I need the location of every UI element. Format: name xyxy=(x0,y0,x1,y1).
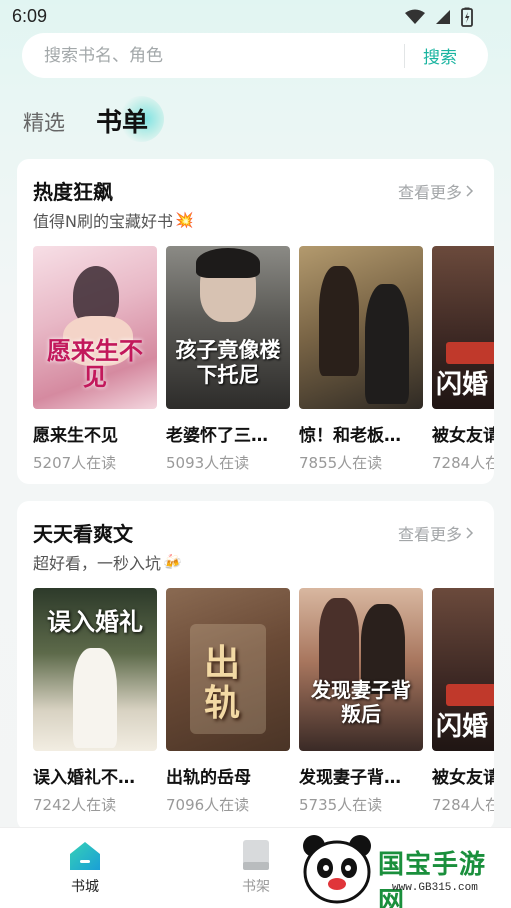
section-subtitle-text: 超好看，一秒入坑 xyxy=(33,554,162,573)
book-title: 发现妻子背… xyxy=(299,768,401,788)
section-subtitle-text: 值得N刷的宝藏好书 xyxy=(33,212,173,231)
status-icons xyxy=(405,7,473,27)
watermark-text: 国宝手游网 xyxy=(378,850,487,908)
watermark-logo: 国宝手游网 www.GB315.com xyxy=(300,832,511,908)
chevron-right-icon xyxy=(466,185,474,197)
book-item[interactable]: 闪婚 被女友请 7284人在 xyxy=(432,588,494,815)
book-readers: 7284人在 xyxy=(432,796,494,814)
view-more-label: 查看更多 xyxy=(397,525,462,544)
book-cover xyxy=(299,246,423,409)
status-time: 6:09 xyxy=(12,6,48,26)
section-subtitle: 值得N刷的宝藏好书 💥 xyxy=(33,208,194,232)
book-readers: 7242人在读 xyxy=(33,796,117,814)
book-readers: 7284人在 xyxy=(432,454,494,472)
book-title: 误入婚礼不… xyxy=(33,768,135,788)
nav-label: 书城 xyxy=(71,879,99,895)
book-item[interactable]: 愿来生不见 愿来生不见 5207人在读 xyxy=(33,246,157,473)
book-item[interactable]: 孩子竟像楼下托尼 老婆怀了三… 5093人在读 xyxy=(166,246,290,473)
wifi-icon xyxy=(405,9,425,24)
book-item[interactable]: 闪婚 被女友请 7284人在 xyxy=(432,246,494,473)
boom-emoji-icon: 💥 xyxy=(174,211,194,229)
cheers-emoji-icon: 🍻 xyxy=(163,553,182,571)
watermark-url: www.GB315.com xyxy=(392,882,478,894)
book-cover: 出轨 xyxy=(166,588,290,751)
book-cover-title: 愿来生不见 xyxy=(47,337,143,391)
book-readers: 5735人在读 xyxy=(299,796,383,814)
book-title: 愿来生不见 xyxy=(33,426,118,446)
signal-icon xyxy=(436,10,450,24)
book-title: 被女友请 xyxy=(432,768,494,788)
book-readers: 7855人在读 xyxy=(299,454,383,472)
chevron-right-icon xyxy=(466,527,474,539)
book-cover-title: 孩子竟像楼下托尼 xyxy=(175,338,281,387)
book-cover-title: 误入婚礼 xyxy=(47,608,143,636)
section-card: 热度狂飙 查看更多 值得N刷的宝藏好书 💥 愿来生不见 愿来生不见 5207人在… xyxy=(17,159,494,484)
book-readers: 5207人在读 xyxy=(33,454,117,472)
search-button[interactable]: 搜索 xyxy=(423,43,457,68)
book-cover: 误入婚礼 xyxy=(33,588,157,751)
nav-item-bookstore[interactable]: 书城 xyxy=(45,828,125,908)
search-input[interactable] xyxy=(44,35,404,76)
bookshelf-icon xyxy=(243,840,269,870)
tab-featured[interactable]: 精选 xyxy=(23,107,65,137)
view-more-link[interactable]: 查看更多 xyxy=(398,521,474,545)
nav-label: 书架 xyxy=(242,879,270,895)
status-bar: 6:09 xyxy=(0,0,511,34)
book-readers: 7096人在读 xyxy=(166,796,250,814)
book-cover: 发现妻子背叛后 xyxy=(299,588,423,751)
battery-icon xyxy=(461,7,473,27)
section-subtitle: 超好看，一秒入坑 🍻 xyxy=(33,550,182,574)
section-title: 热度狂飙 xyxy=(33,180,113,204)
home-icon xyxy=(70,842,100,870)
section-card: 天天看爽文 查看更多 超好看，一秒入坑 🍻 误入婚礼 误入婚礼不… 7242人在… xyxy=(17,501,494,831)
panda-logo-icon xyxy=(303,835,371,904)
book-cover-title: 闪婚 xyxy=(436,370,489,400)
book-item[interactable]: 惊！和老板… 7855人在读 xyxy=(299,246,423,473)
book-item[interactable]: 出轨 出轨的岳母 7096人在读 xyxy=(166,588,290,815)
book-readers: 5093人在读 xyxy=(166,454,250,472)
section-title: 天天看爽文 xyxy=(33,522,133,546)
book-cover: 闪婚 xyxy=(432,588,494,751)
book-item[interactable]: 误入婚礼 误入婚礼不… 7242人在读 xyxy=(33,588,157,815)
book-title: 惊！和老板… xyxy=(299,426,401,446)
book-item[interactable]: 发现妻子背叛后 发现妻子背… 5735人在读 xyxy=(299,588,423,815)
book-cover-title: 出轨 xyxy=(203,643,240,724)
book-cover: 愿来生不见 xyxy=(33,246,157,409)
book-title: 老婆怀了三… xyxy=(166,426,268,446)
view-more-link[interactable]: 查看更多 xyxy=(398,179,474,203)
book-cover: 闪婚 xyxy=(432,246,494,409)
book-cover-title: 发现妻子背叛后 xyxy=(311,678,411,726)
tab-booklist[interactable]: 书单 xyxy=(96,102,148,139)
book-title: 出轨的岳母 xyxy=(166,768,251,788)
nav-item-bookshelf[interactable]: 书架 xyxy=(216,828,296,908)
view-more-label: 查看更多 xyxy=(397,183,462,202)
book-title: 被女友请 xyxy=(432,426,494,446)
book-cover-title: 闪婚 xyxy=(436,712,489,742)
search-bar: 搜索 xyxy=(22,33,488,78)
book-cover: 孩子竟像楼下托尼 xyxy=(166,246,290,409)
search-divider xyxy=(404,43,405,68)
